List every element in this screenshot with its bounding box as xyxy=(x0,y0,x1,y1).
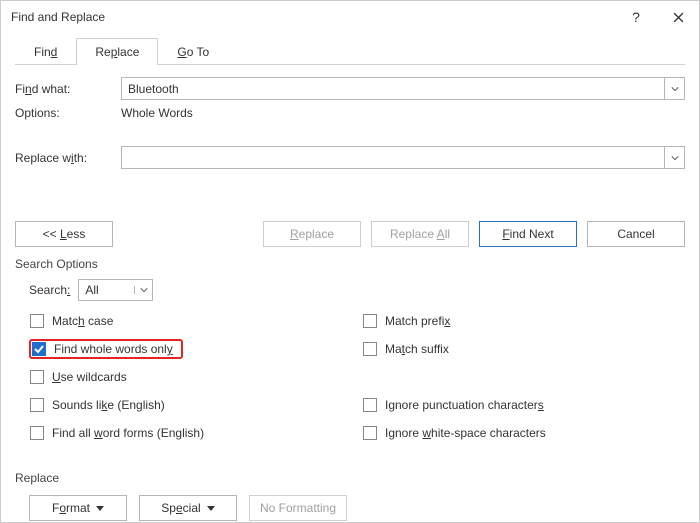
replace-button[interactable]: Replace xyxy=(263,221,361,247)
replace-section-label: Replace xyxy=(15,471,685,485)
button-label: Cancel xyxy=(617,227,654,241)
options-col-left: Match case Find whole words only Use wil… xyxy=(29,311,352,443)
cancel-button[interactable]: Cancel xyxy=(587,221,685,247)
find-what-label: Find what: xyxy=(15,82,121,96)
tab-replace[interactable]: Replace xyxy=(76,38,158,65)
checkbox-box xyxy=(363,314,377,328)
spacer xyxy=(362,367,675,387)
find-next-button[interactable]: Find Next xyxy=(479,221,577,247)
search-direction-row: Search: All xyxy=(29,279,685,301)
less-button[interactable]: << Less xyxy=(15,221,113,247)
tab-find[interactable]: Find xyxy=(15,38,76,65)
button-label: Replace All xyxy=(390,227,450,241)
checkbox-label: Find whole words only xyxy=(54,342,173,356)
options-columns: Match case Find whole words only Use wil… xyxy=(29,311,685,443)
checkbox-label: Sounds like (English) xyxy=(52,398,165,412)
close-icon xyxy=(673,12,684,23)
find-what-row: Find what: Bluetooth xyxy=(15,77,685,100)
checkbox-box xyxy=(363,398,377,412)
button-label: Format xyxy=(52,501,90,515)
checkbox-box xyxy=(32,342,46,356)
main-button-row: << Less Replace Replace All Find Next Ca… xyxy=(15,221,685,247)
no-formatting-button[interactable]: No Formatting xyxy=(249,495,347,521)
checkbox-label: Use wildcards xyxy=(52,370,127,384)
tab-label: Replace xyxy=(95,45,139,59)
titlebar: Find and Replace ? xyxy=(1,1,699,33)
sounds-like-checkbox[interactable]: Sounds like (English) xyxy=(29,395,342,415)
special-button[interactable]: Special xyxy=(139,495,237,521)
checkbox-label: Find all word forms (English) xyxy=(52,426,204,440)
whole-words-checkbox[interactable]: Find whole words only xyxy=(29,339,183,359)
search-direction-label: Search: xyxy=(29,283,70,297)
button-label: No Formatting xyxy=(260,501,336,515)
button-label: Find Next xyxy=(502,227,553,241)
tab-label: Go To xyxy=(177,45,209,59)
checkbox-label: Ignore punctuation characters xyxy=(385,398,544,412)
checkbox-box xyxy=(30,398,44,412)
checkbox-label: Match suffix xyxy=(385,342,449,356)
search-direction-select[interactable]: All xyxy=(78,279,153,301)
checkbox-box xyxy=(363,426,377,440)
match-case-checkbox[interactable]: Match case xyxy=(29,311,342,331)
tab-goto[interactable]: Go To xyxy=(158,38,228,65)
format-button[interactable]: Format xyxy=(29,495,127,521)
options-value: Whole Words xyxy=(121,106,193,120)
button-label: Special xyxy=(161,501,200,515)
replace-with-label: Replace with: xyxy=(15,151,121,165)
replace-with-dropdown[interactable] xyxy=(664,147,684,168)
button-label: Replace xyxy=(290,227,334,241)
options-row: Options: Whole Words xyxy=(15,106,685,120)
button-label: << Less xyxy=(43,227,86,241)
ignore-punctuation-checkbox[interactable]: Ignore punctuation characters xyxy=(362,395,675,415)
checkbox-box xyxy=(30,314,44,328)
word-forms-checkbox[interactable]: Find all word forms (English) xyxy=(29,423,342,443)
search-options-label: Search Options xyxy=(15,257,685,271)
dropdown-icon xyxy=(96,506,104,511)
checkbox-label: Match case xyxy=(52,314,113,328)
checkbox-label: Match prefix xyxy=(385,314,450,328)
tabs: Find Replace Go To xyxy=(15,37,685,65)
dialog-title: Find and Replace xyxy=(11,10,615,24)
match-suffix-checkbox[interactable]: Match suffix xyxy=(362,339,675,359)
options-label: Options: xyxy=(15,106,121,120)
replace-with-combo[interactable] xyxy=(121,146,685,169)
replace-with-value[interactable] xyxy=(122,147,664,168)
replace-button-row: Format Special No Formatting xyxy=(29,495,685,521)
checkbox-label: Ignore white-space characters xyxy=(385,426,546,440)
checkbox-box xyxy=(30,426,44,440)
chevron-down-icon xyxy=(140,286,148,294)
match-prefix-checkbox[interactable]: Match prefix xyxy=(362,311,675,331)
find-what-value[interactable]: Bluetooth xyxy=(122,78,664,99)
find-what-dropdown[interactable] xyxy=(664,78,684,99)
chevron-down-icon xyxy=(671,154,679,162)
wildcards-checkbox[interactable]: Use wildcards xyxy=(29,367,342,387)
find-what-combo[interactable]: Bluetooth xyxy=(121,77,685,100)
replace-all-button[interactable]: Replace All xyxy=(371,221,469,247)
tab-label: Find xyxy=(34,45,57,59)
search-direction-dropdown[interactable] xyxy=(134,286,152,294)
help-button[interactable]: ? xyxy=(615,1,657,33)
checkbox-box xyxy=(30,370,44,384)
chevron-down-icon xyxy=(671,85,679,93)
replace-section: Replace Format Special No Formatting xyxy=(15,471,685,521)
close-button[interactable] xyxy=(657,1,699,33)
replace-with-row: Replace with: xyxy=(15,146,685,169)
search-direction-value: All xyxy=(79,283,134,297)
dropdown-icon xyxy=(207,506,215,511)
ignore-whitespace-checkbox[interactable]: Ignore white-space characters xyxy=(362,423,675,443)
checkbox-box xyxy=(363,342,377,356)
options-col-right: Match prefix Match suffix Ignore punctua… xyxy=(352,311,685,443)
